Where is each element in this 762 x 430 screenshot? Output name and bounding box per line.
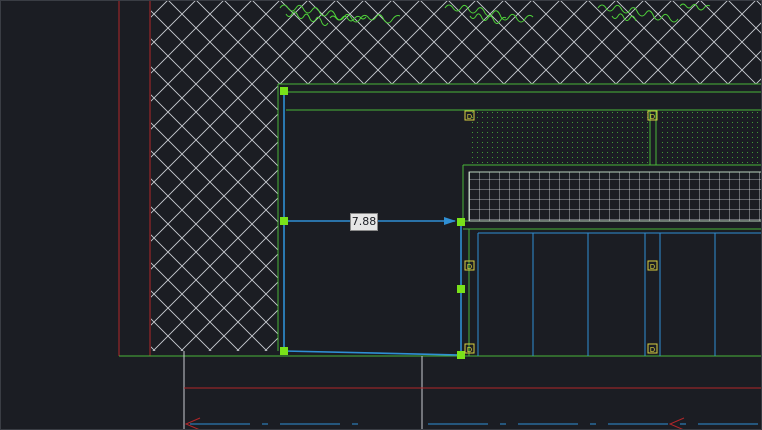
svg-text:D: D (467, 113, 472, 121)
grip-bottom-left (280, 347, 288, 355)
d-marker-icon: D (464, 260, 475, 271)
grip-bottom-right (457, 351, 465, 359)
dotted-planting-area-right[interactable] (658, 112, 762, 164)
dimension-value-label[interactable]: 7.88 (350, 213, 378, 231)
grip-mid-right (457, 285, 465, 293)
grip-mid-left (280, 217, 288, 225)
svg-text:D: D (467, 263, 472, 271)
svg-text:D: D (650, 263, 655, 271)
street-lines[interactable] (183, 351, 762, 430)
drawing-canvas[interactable]: D D D D D D (0, 0, 762, 430)
svg-text:D: D (650, 346, 655, 354)
dotted-planting-area[interactable] (472, 112, 648, 164)
d-marker-icon: D (647, 343, 658, 354)
svg-text:D: D (650, 113, 655, 121)
svg-text:D: D (467, 346, 472, 354)
grip-dim-end (457, 218, 465, 226)
dimension-arrow-icon (444, 217, 456, 225)
d-marker-icon: D (647, 260, 658, 271)
grip-top (280, 87, 288, 95)
grid-hatch-area[interactable] (468, 171, 762, 222)
d-marker-icon: D (464, 343, 475, 354)
panel-lines[interactable] (477, 232, 762, 356)
